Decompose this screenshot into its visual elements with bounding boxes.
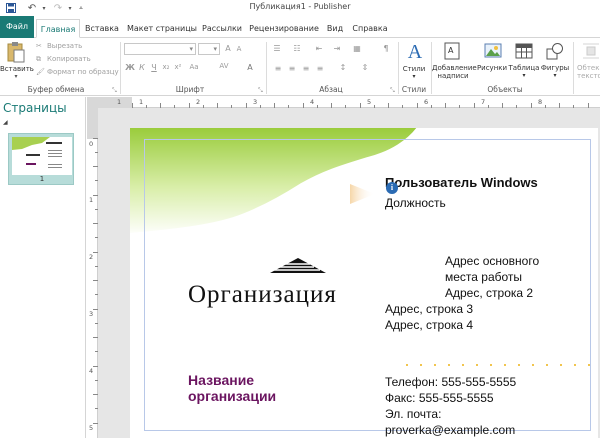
table-icon[interactable] xyxy=(515,42,533,60)
info-icon[interactable]: i xyxy=(386,182,398,194)
paste-dropdown-icon[interactable]: ▾ xyxy=(10,73,22,81)
line-spacing-icon[interactable]: ↕ xyxy=(336,63,350,72)
font-group-label: Шрифт xyxy=(175,85,205,94)
align-center-icon[interactable]: ≡ xyxy=(286,64,298,73)
align-right-icon[interactable]: ≡ xyxy=(300,64,312,73)
paragraph-group-label: Абзац xyxy=(319,85,343,94)
tab-file[interactable]: Файл xyxy=(0,16,34,38)
user-name-text[interactable]: Пользователь Windows xyxy=(385,175,538,190)
horizontal-ruler[interactable]: 1 1 2 3 4 5 6 7 8 xyxy=(87,97,600,108)
justify-icon[interactable]: ≡ xyxy=(314,64,326,73)
address-line-3[interactable]: Адрес, строка 3 xyxy=(385,301,473,317)
character-spacing-button[interactable]: AV xyxy=(216,62,232,70)
ribbon-divider xyxy=(120,42,121,94)
phone-text[interactable]: Телефон: 555-555-5555 xyxy=(385,374,516,390)
page-thumbnail-preview xyxy=(12,137,72,175)
collapse-icon[interactable]: ◢ xyxy=(3,119,8,126)
font-color-button[interactable]: A xyxy=(244,63,256,72)
pictures-icon[interactable] xyxy=(484,42,502,60)
styles-button[interactable]: Стили xyxy=(398,65,430,73)
title-bar: ↶ ▾ ↷ ▾ ⩡ Публикация1 - Publisher xyxy=(0,0,600,16)
font-size-combo[interactable]: ▾ xyxy=(198,43,220,55)
styles-dropdown-icon[interactable]: ▾ xyxy=(408,73,420,81)
styles-group-label: Стили xyxy=(401,85,427,94)
increase-indent-icon[interactable]: ⇥ xyxy=(330,44,344,53)
pages-pane-title: Страницы xyxy=(3,101,67,115)
organization-name-line-1[interactable]: Название xyxy=(188,372,254,388)
address-main-line-1[interactable]: Адрес основного xyxy=(445,253,539,269)
page-thumbnail-number: 1 xyxy=(39,175,45,183)
paste-button[interactable]: Вставить xyxy=(0,65,34,73)
address-line-4[interactable]: Адрес, строка 4 xyxy=(385,317,473,333)
table-dropdown-icon[interactable]: ▾ xyxy=(518,72,530,80)
subscript-button[interactable]: x₂ xyxy=(160,63,172,71)
shapes-button[interactable]: Фигуры xyxy=(539,64,571,72)
table-button[interactable]: Таблица xyxy=(506,64,542,72)
pictures-button[interactable]: Рисунки xyxy=(476,64,508,72)
tab-view[interactable]: Вид xyxy=(322,19,348,38)
shapes-icon[interactable] xyxy=(546,42,564,60)
ribbon-divider xyxy=(266,42,267,94)
clipboard-launcher-icon[interactable]: ⤡ xyxy=(112,87,117,95)
align-left-icon[interactable]: ≡ xyxy=(272,64,284,73)
columns-icon[interactable]: ▦ xyxy=(350,44,364,53)
format-painter-icon: 🖌 xyxy=(36,68,45,76)
wrap-text-button[interactable]: Обтекание текстом xyxy=(577,64,600,80)
change-case-button[interactable]: Aa xyxy=(186,63,202,71)
paragraph-spacing-icon[interactable]: ⇕ xyxy=(358,63,372,72)
email-label[interactable]: Эл. почта: xyxy=(385,406,441,422)
decrease-indent-icon[interactable]: ⇤ xyxy=(312,44,326,53)
shrink-font-icon[interactable]: A xyxy=(233,45,245,53)
tab-insert[interactable]: Вставка xyxy=(82,19,122,38)
numbering-icon[interactable]: ☷ xyxy=(290,44,304,53)
fax-text[interactable]: Факс: 555-555-5555 xyxy=(385,390,494,406)
page-thumbnail[interactable]: 1 xyxy=(8,133,74,185)
address-line-2[interactable]: Адрес, строка 2 xyxy=(445,285,533,301)
organization-name-line-2[interactable]: организации xyxy=(188,388,276,404)
cut-button[interactable]: Вырезать xyxy=(47,42,82,50)
tab-review[interactable]: Рецензирование xyxy=(248,19,320,38)
shapes-dropdown-icon[interactable]: ▾ xyxy=(549,72,561,80)
font-launcher-icon[interactable]: ⤡ xyxy=(258,87,263,95)
bullets-icon[interactable]: ☰ xyxy=(270,44,284,53)
ribbon: Вставить ▾ ✂ Вырезать ⧉ Копировать 🖌 Фор… xyxy=(0,38,600,96)
business-card-page[interactable]: Пользователь Windows i Должность Адрес о… xyxy=(130,128,598,438)
dotted-divider xyxy=(400,364,590,366)
add-text-box-button[interactable]: Добавление надписи xyxy=(432,64,477,80)
copy-icon: ⧉ xyxy=(36,55,41,63)
font-name-combo[interactable]: ▾ xyxy=(124,43,196,55)
paragraph-launcher-icon[interactable]: ⤡ xyxy=(390,87,395,95)
svg-text:A: A xyxy=(448,46,454,55)
show-paragraph-marks-button[interactable]: ¶ xyxy=(380,44,392,53)
window-title: Публикация1 - Publisher xyxy=(249,2,351,11)
wrap-text-icon[interactable] xyxy=(582,42,600,60)
cut-icon: ✂ xyxy=(36,42,42,50)
format-painter-button[interactable]: Формат по образцу xyxy=(47,68,119,76)
address-main-line-2[interactable]: места работы xyxy=(445,269,522,285)
tab-page-layout[interactable]: Макет страницы xyxy=(126,19,198,38)
clipboard-group-label: Буфер обмена xyxy=(27,85,85,94)
organization-logo-mark xyxy=(270,258,326,273)
ribbon-divider xyxy=(573,42,574,94)
tab-help[interactable]: Справка xyxy=(350,19,390,38)
job-title-text[interactable]: Должность xyxy=(385,196,446,210)
email-text[interactable]: proverka@example.com xyxy=(385,422,515,438)
organization-logo-text[interactable]: Организация xyxy=(188,281,337,309)
superscript-button[interactable]: x² xyxy=(172,63,184,71)
paste-icon[interactable] xyxy=(6,41,26,63)
bold-button[interactable]: Ж xyxy=(124,63,136,72)
vertical-ruler[interactable]: 0 1 2 3 4 5 xyxy=(87,108,98,438)
text-box-icon[interactable]: A xyxy=(444,42,460,60)
canvas-workspace[interactable]: Пользователь Windows i Должность Адрес о… xyxy=(98,108,600,438)
tab-mailings[interactable]: Рассылки xyxy=(200,19,244,38)
underline-button[interactable]: Ч xyxy=(148,63,160,72)
pages-pane: Страницы ◢ 1 xyxy=(0,97,86,438)
styles-icon[interactable]: A xyxy=(403,41,427,65)
tab-home[interactable]: Главная xyxy=(36,19,80,38)
italic-button[interactable]: К xyxy=(136,63,148,72)
ribbon-tabs: Файл Главная Вставка Макет страницы Расс… xyxy=(0,16,600,38)
objects-group-label: Объекты xyxy=(487,85,523,94)
copy-button[interactable]: Копировать xyxy=(47,55,91,63)
